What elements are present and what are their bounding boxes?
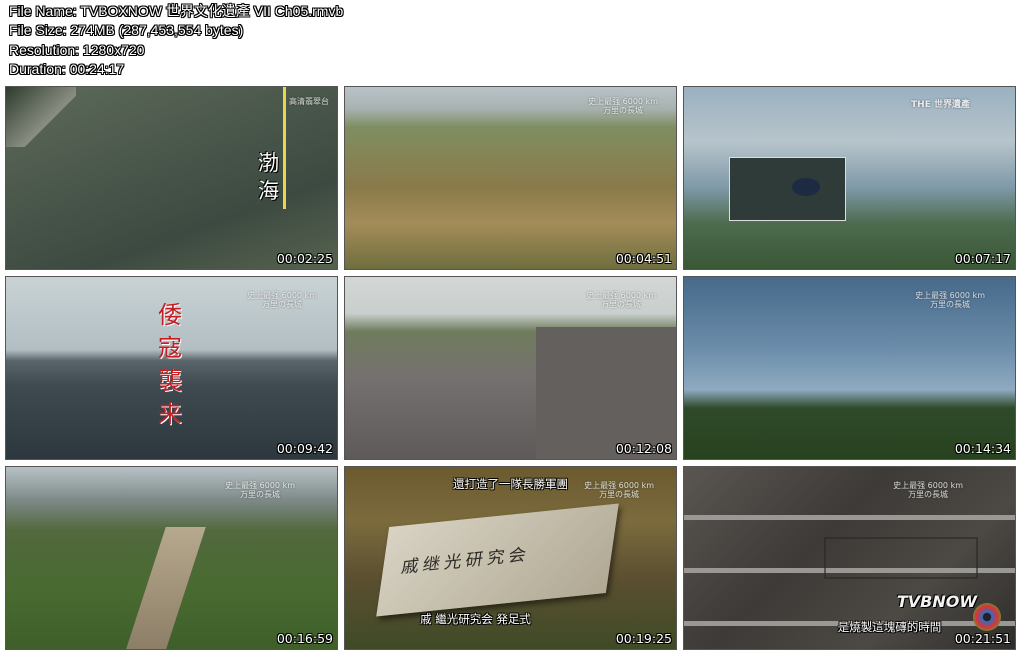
coast-rocks <box>6 87 76 147</box>
title-logo: 史上最强 6000 km 万里の長城 <box>915 291 985 309</box>
duration: Duration: 00:24:17 <box>9 61 125 78</box>
thumbnail-5[interactable]: 史上最强 6000 km 万里の長城 00:12:08 <box>344 276 677 460</box>
thumbnail-2[interactable]: 史上最强 6000 km 万里の長城 00:04:51 <box>344 86 677 270</box>
timestamp: 00:09:42 <box>276 441 333 456</box>
title-logo: 史上最强 6000 km 万里の長城 <box>893 481 963 499</box>
file-info-panel: File Name: TVBOXNOW 世界文化遺產 VII Ch05.rmvb… <box>9 2 343 80</box>
timestamp: 00:12:08 <box>615 441 672 456</box>
thumbnail-4[interactable]: 倭寇襲来 史上最强 6000 km 万里の長城 00:09:42 <box>5 276 338 460</box>
thumbnail-1[interactable]: 渤海 高清翡翠台 00:02:25 <box>5 86 338 270</box>
timestamp: 00:16:59 <box>276 631 333 646</box>
timestamp: 00:19:25 <box>615 631 672 646</box>
timestamp: 00:04:51 <box>615 251 672 266</box>
timestamp: 00:02:25 <box>276 251 333 266</box>
wall-parapet <box>536 327 676 459</box>
timestamp: 00:21:51 <box>954 631 1011 646</box>
subtitle-bottom: 戚 繼光研究会 発足式 <box>420 612 531 626</box>
vertical-caption: 倭寇襲来 <box>158 301 182 428</box>
title-logo: THE 世界遺產 <box>911 100 970 110</box>
title-logo: 史上最强 6000 km 万里の長城 <box>584 481 654 499</box>
file-name: File Name: TVBOXNOW 世界文化遺產 VII Ch05.rmvb <box>9 3 344 19</box>
title-logo: 史上最强 6000 km 万里の長城 <box>225 481 295 499</box>
tvbnow-watermark-logo: TVBNOW <box>896 592 977 611</box>
timestamp: 00:07:17 <box>954 251 1011 266</box>
thumbnail-8[interactable]: 戚继光研究会 還打造了一隊長勝軍團 戚 繼光研究会 発足式 史上最强 6000 … <box>344 466 677 650</box>
thumbnail-grid: 渤海 高清翡翠台 00:02:25 史上最强 6000 km 万里の長城 00:0… <box>0 0 1024 657</box>
brick-inscription <box>824 537 978 579</box>
title-logo: 史上最强 6000 km 万里の長城 <box>588 97 658 115</box>
title-logo: 史上最强 6000 km 万里の長城 <box>247 291 317 309</box>
file-size: File Size: 274MB (287,453,554 bytes) <box>9 22 244 39</box>
channel-logo: 高清翡翠台 <box>289 97 329 106</box>
timestamp: 00:14:34 <box>954 441 1011 456</box>
map-inset <box>729 157 846 221</box>
title-logo: 史上最强 6000 km 万里の長城 <box>586 291 656 309</box>
route-line <box>283 87 286 209</box>
thumbnail-6[interactable]: 史上最强 6000 km 万里の長城 00:14:34 <box>683 276 1016 460</box>
thumbnail-3[interactable]: THE 世界遺產 00:07:17 <box>683 86 1016 270</box>
vertical-caption: 渤海 <box>258 151 279 203</box>
resolution: Resolution: 1280x720 <box>9 41 145 58</box>
thumbnail-7[interactable]: 史上最强 6000 km 万里の長城 00:16:59 <box>5 466 338 650</box>
thumbnail-9[interactable]: 史上最强 6000 km 万里の長城 TVBNOW 是燒製這塊磚的時間 00:21… <box>683 466 1016 650</box>
